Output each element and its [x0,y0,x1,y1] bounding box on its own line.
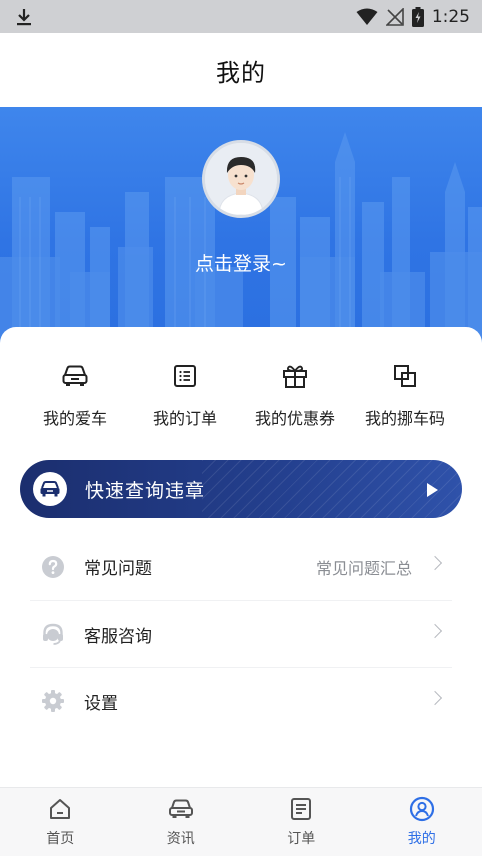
battery-icon [411,6,424,27]
tab-label: 资讯 [166,831,195,847]
quick-actions: 我的爱车 我的订单 我的优惠券 我的挪车码 [0,361,482,429]
tab-home[interactable]: 首页 [0,788,121,856]
play-arrow-icon [427,483,438,497]
chevron-right-icon [427,623,443,639]
page-title: 我的 [216,58,266,87]
tab-news[interactable]: 资讯 [121,788,242,856]
chevron-right-icon [427,555,443,571]
menu-item-faq[interactable]: 常见问题 常见问题汇总 [0,533,482,600]
bottom-tab-bar: 首页 资讯 订单 我的 [0,787,482,856]
menu-item-customer-service[interactable]: 客服咨询 [30,600,452,667]
profile-hero: 点击登录~ [0,107,482,352]
tab-label: 首页 [46,831,75,847]
car-icon [33,472,67,506]
tab-label: 订单 [287,831,316,847]
quick-label: 我的订单 [152,409,217,428]
question-icon [40,554,66,580]
tab-orders[interactable]: 订单 [241,788,362,856]
car-icon [60,361,90,391]
settings-menu: 常见问题 常见问题汇总 客服咨询 设置 [0,533,482,734]
order-list-icon [170,361,200,391]
chevron-right-icon [427,690,443,706]
headset-icon [40,621,66,647]
wifi-icon [356,8,378,26]
content-card: 我的爱车 我的订单 我的优惠券 我的挪车码 快速查询违章 常见问题 常见问题汇总… [0,327,482,787]
login-prompt[interactable]: 点击登录~ [0,249,482,276]
menu-label: 设置 [84,693,118,714]
menu-item-settings[interactable]: 设置 [30,667,452,734]
violation-label: 快速查询违章 [85,479,206,502]
no-signal-icon [385,7,404,26]
quick-my-coupons[interactable]: 我的优惠券 [240,361,350,429]
gift-icon [280,361,310,391]
quick-label: 我的挪车码 [364,409,445,428]
home-icon [47,796,73,822]
avatar[interactable] [202,140,280,218]
menu-value: 常见问题汇总 [315,558,412,578]
violation-query-banner[interactable]: 快速查询违章 [20,460,462,518]
tab-label: 我的 [407,831,436,847]
copy-squares-icon [390,361,420,391]
clock-time: 1:25 [431,6,470,27]
title-bar: 我的 [0,33,482,107]
car-front-icon [168,796,194,822]
quick-move-car-code[interactable]: 我的挪车码 [350,361,460,429]
tab-mine[interactable]: 我的 [362,788,482,856]
document-icon [288,796,314,822]
user-avatar-icon [205,143,277,215]
quick-label: 我的优惠券 [254,409,335,428]
menu-label: 常见问题 [84,559,152,579]
status-bar: 1:25 [0,0,482,33]
quick-my-orders[interactable]: 我的订单 [130,361,240,429]
user-circle-icon [409,796,435,822]
menu-label: 客服咨询 [84,626,152,647]
quick-label: 我的爱车 [42,409,107,428]
gear-icon [40,688,66,714]
quick-my-car[interactable]: 我的爱车 [20,361,130,429]
banner-stripes [202,460,462,518]
download-icon [14,7,34,27]
